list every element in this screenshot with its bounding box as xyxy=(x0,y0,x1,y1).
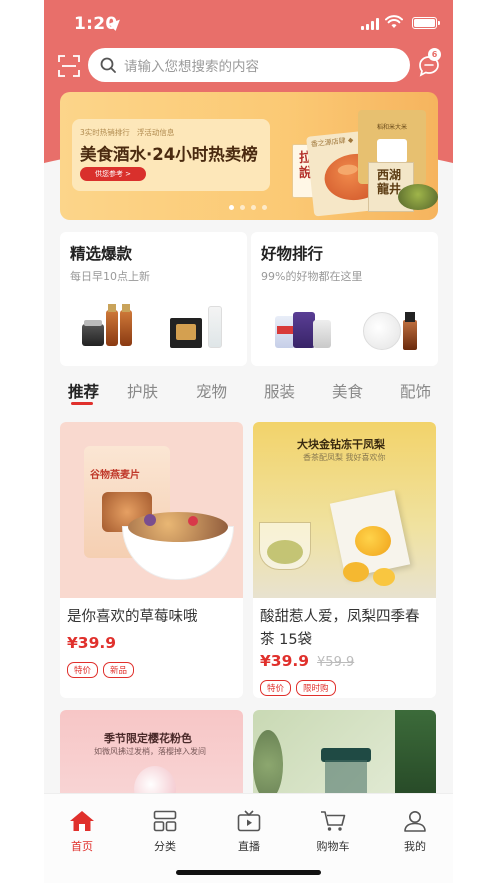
product-tag: 特价 xyxy=(67,662,99,678)
product-price: ¥39.9 xyxy=(260,652,310,670)
tabbar-cart[interactable]: 购物车 xyxy=(303,810,363,854)
app-screen: 1:20 请输入您想搜索的内容 6 3实时热销排行 浮活动信息 美食酒水·24小… xyxy=(44,0,453,883)
product-card[interactable]: 谷物燕麦片 是你喜欢的草莓味哦 ¥39.9 特价 新品 xyxy=(60,422,243,698)
tv-icon xyxy=(237,810,261,832)
product-price: ¥39.9 xyxy=(67,634,117,652)
product-tag: 限时购 xyxy=(296,680,336,696)
category-icon xyxy=(153,810,177,832)
promo-subtitle: 99%的好物都在这里 xyxy=(261,270,363,283)
search-input[interactable]: 请输入您想搜索的内容 xyxy=(88,48,410,82)
tabbar-live[interactable]: 直播 xyxy=(219,810,279,854)
tabbar-category[interactable]: 分类 xyxy=(135,810,195,854)
search-icon xyxy=(100,57,116,73)
wifi-icon xyxy=(385,15,403,28)
banner-text-card: 3实时热销排行 浮活动信息 美食酒水·24小时热卖榜 供您参考 > xyxy=(72,119,270,191)
banner-dot[interactable] xyxy=(229,205,234,210)
tabbar-profile[interactable]: 我的 xyxy=(385,810,445,854)
product-image: 谷物燕麦片 xyxy=(60,422,243,598)
tabbar-label: 分类 xyxy=(154,840,176,853)
banner-product-tea-bowl xyxy=(398,184,438,210)
product-thumb-supplements xyxy=(275,308,331,352)
home-indicator[interactable] xyxy=(176,870,321,875)
tab-accessories[interactable]: 配饰 xyxy=(400,380,431,402)
search-placeholder: 请输入您想搜索的内容 xyxy=(124,59,259,75)
category-tabs: 推荐 护肤 宠物 服装 美食 配饰 xyxy=(68,378,448,406)
banner-title: 美食酒水·24小时热卖榜 xyxy=(80,145,258,164)
status-bar: 1:20 xyxy=(44,0,453,46)
product-card[interactable]: 大块金钻冻干凤梨 香茶配凤梨 我好喜欢你 酸甜惹人爱，凤梨四季春茶 15袋 ¥3… xyxy=(253,422,436,698)
tab-pets[interactable]: 宠物 xyxy=(196,380,227,402)
product-tag: 特价 xyxy=(260,680,292,696)
product-image: 大块金钻冻干凤梨 香茶配凤梨 我好喜欢你 xyxy=(253,422,436,598)
promo-cards: 精选爆款 每日早10点上新 好物排行 99%的好物都在这里 xyxy=(60,232,438,366)
product-price-row: ¥39.9 ¥59.9 xyxy=(260,651,354,670)
product-price-row: ¥39.9 xyxy=(67,633,116,652)
product-name: 酸甜惹人爱，凤梨四季春茶 15袋 xyxy=(260,609,420,648)
product-thumb-mask xyxy=(170,306,230,352)
banner-dot[interactable] xyxy=(251,205,256,210)
tabbar-label: 我的 xyxy=(404,840,426,853)
tabbar-label: 直播 xyxy=(238,840,260,853)
banner-cta-button[interactable]: 供您参考 > xyxy=(80,167,146,181)
battery-icon xyxy=(412,17,440,29)
product-tags: 特价 限时购 xyxy=(260,676,341,696)
tabbar-home[interactable]: 首页 xyxy=(52,810,112,854)
tab-food[interactable]: 美食 xyxy=(332,380,363,402)
product-thumb-skincare xyxy=(82,304,142,350)
promo-card-ranking[interactable]: 好物排行 99%的好物都在这里 xyxy=(251,232,438,366)
banner-dot[interactable] xyxy=(262,205,267,210)
cellular-signal-icon xyxy=(361,18,379,30)
tabbar-label: 首页 xyxy=(71,840,93,853)
tab-clothing[interactable]: 服装 xyxy=(264,380,295,402)
active-tab-indicator xyxy=(71,402,93,405)
search-row: 请输入您想搜索的内容 6 xyxy=(44,48,453,84)
banner-subtitle: 3实时热销排行 浮活动信息 xyxy=(80,128,175,137)
product-name: 是你喜欢的草莓味哦 xyxy=(67,609,198,625)
product-tag: 新品 xyxy=(103,662,135,678)
promo-subtitle: 每日早10点上新 xyxy=(70,270,150,283)
banner-pagination xyxy=(229,205,267,210)
tab-recommend[interactable]: 推荐 xyxy=(68,380,99,402)
promo-title: 精选爆款 xyxy=(70,245,133,263)
product-tags: 特价 新品 xyxy=(67,658,139,678)
message-badge: 6 xyxy=(428,48,441,61)
product-old-price: ¥59.9 xyxy=(317,655,355,670)
promo-title: 好物排行 xyxy=(261,245,324,263)
home-icon xyxy=(70,811,94,831)
hero-banner[interactable]: 3实时热销排行 浮活动信息 美食酒水·24小时热卖榜 供您参考 > 拉面說 香之… xyxy=(60,92,438,220)
scan-icon[interactable] xyxy=(58,55,80,77)
promo-card-hot[interactable]: 精选爆款 每日早10点上新 xyxy=(60,232,247,366)
profile-icon xyxy=(404,811,426,832)
product-thumb-cushion xyxy=(363,306,423,352)
tabbar-label: 购物车 xyxy=(316,840,350,853)
cart-icon xyxy=(321,811,346,831)
tab-skincare[interactable]: 护肤 xyxy=(127,380,158,402)
banner-dot[interactable] xyxy=(240,205,245,210)
